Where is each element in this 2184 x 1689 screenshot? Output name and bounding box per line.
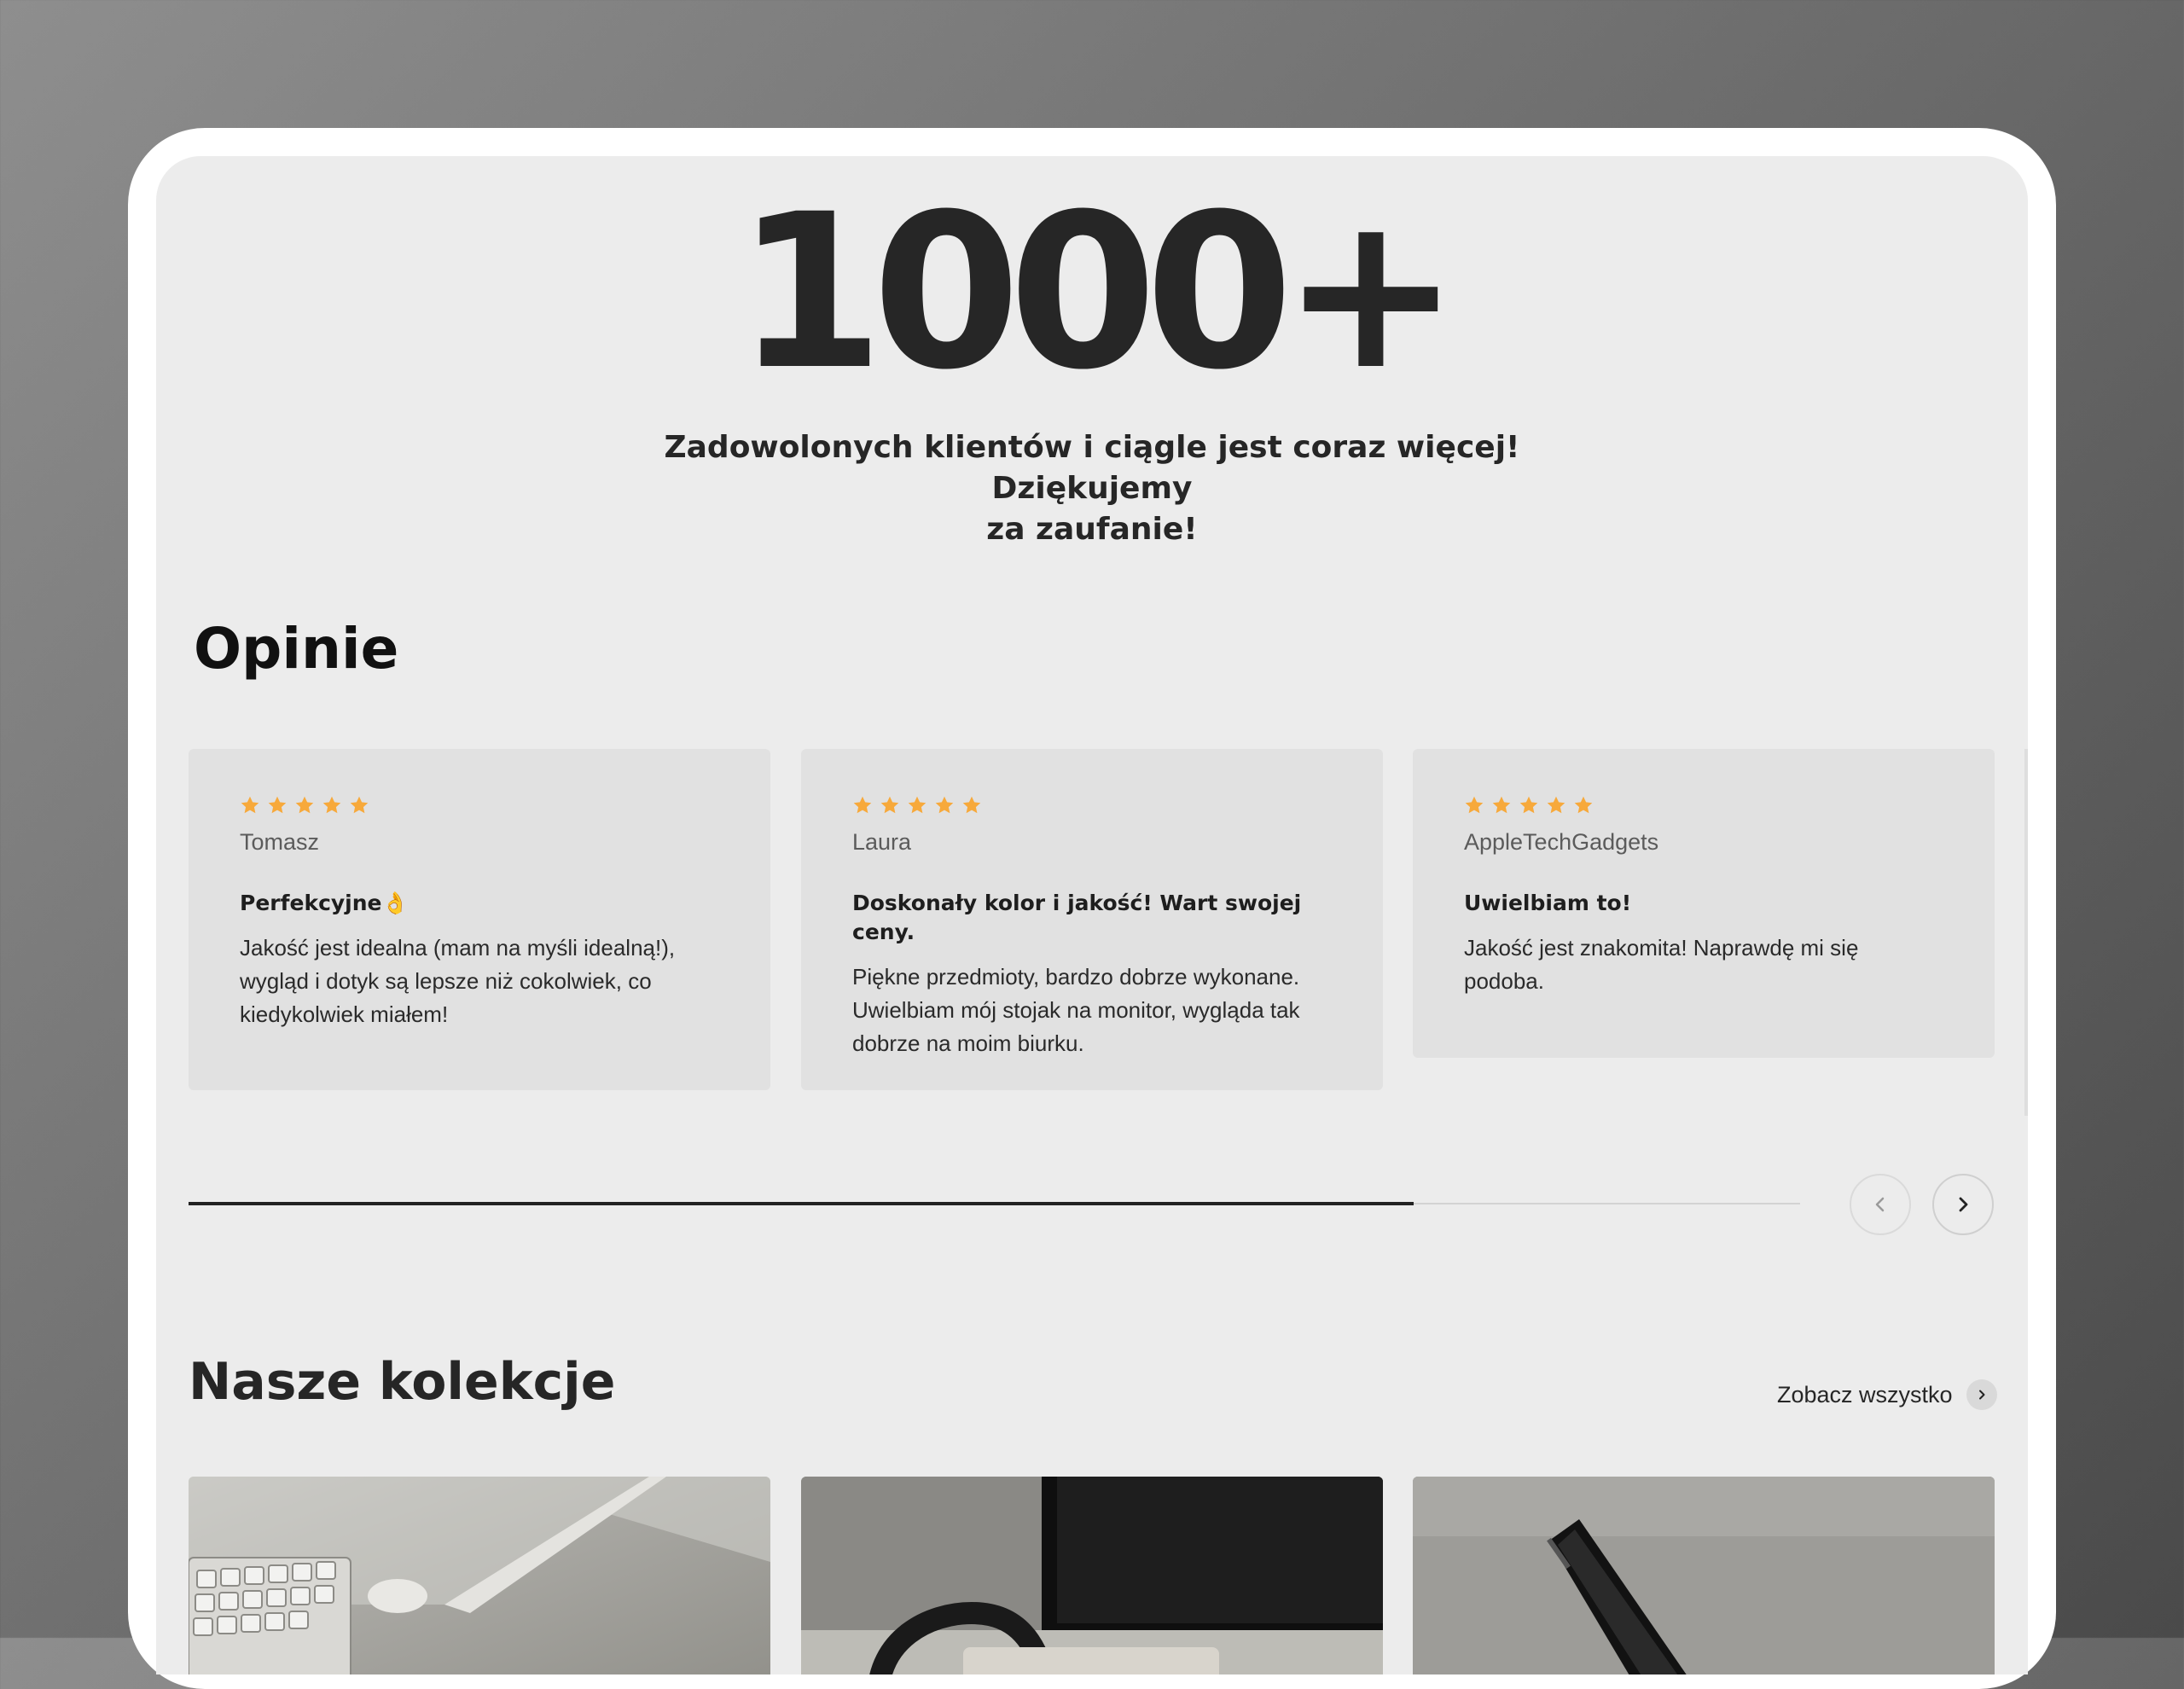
reviews-scrollbar-thumb[interactable] xyxy=(189,1202,1414,1205)
star-icon xyxy=(907,795,927,815)
collection-image-desk xyxy=(189,1477,770,1674)
star-icon xyxy=(267,795,288,815)
page-viewport: 1000+ Zadowolonych klientów i ciągle jes… xyxy=(156,156,2028,1674)
review-title: Doskonały kolor i jakość! Wart swojej ce… xyxy=(852,891,1302,944)
review-card: Tomasz Perfekcyjne👌 Jakość jest idealna … xyxy=(189,749,770,1090)
review-body: Jakość jest znakomita! Naprawdę mi się p… xyxy=(1464,935,1859,994)
caption-line-2: za zaufanie! xyxy=(986,512,1198,547)
review-author: Laura xyxy=(852,829,912,855)
star-icon xyxy=(934,795,955,815)
star-rating xyxy=(1464,793,1943,817)
ok-hand-icon: 👌 xyxy=(381,891,409,915)
star-icon xyxy=(961,795,982,815)
collections-heading: Nasze kolekcje xyxy=(189,1352,616,1412)
star-rating xyxy=(240,793,719,817)
next-card-edge xyxy=(2024,749,2028,1116)
review-title: Perfekcyjne👌 xyxy=(240,889,719,918)
star-icon xyxy=(1519,795,1539,815)
review-author: Tomasz xyxy=(240,829,320,855)
star-icon xyxy=(294,795,315,815)
customer-count-caption: Zadowolonych klientów i ciągle jest cora… xyxy=(608,427,1576,550)
star-icon xyxy=(880,795,900,815)
star-icon xyxy=(1491,795,1512,815)
star-icon xyxy=(349,795,369,815)
star-icon xyxy=(1546,795,1566,815)
reviews-scrollbar[interactable] xyxy=(189,1202,1800,1205)
caption-line-1: Zadowolonych klientów i ciągle jest cora… xyxy=(664,430,1520,506)
review-title: Uwielbiam to! xyxy=(1464,891,1632,915)
star-icon xyxy=(322,795,342,815)
review-body: Jakość jest idealna (mam na myśli idealn… xyxy=(240,935,676,1027)
review-card: AppleTechGadgets Uwielbiam to! Jakość je… xyxy=(1413,749,1995,1058)
review-title-text: Perfekcyjne xyxy=(240,891,382,915)
see-all-label: Zobacz wszystko xyxy=(1777,1381,1953,1408)
customer-count: 1000+ xyxy=(735,168,1460,416)
star-icon xyxy=(1573,795,1594,815)
reviews-next-button[interactable] xyxy=(1932,1174,1994,1235)
chevron-right-icon xyxy=(1966,1379,1997,1410)
collection-card[interactable] xyxy=(801,1477,1383,1674)
collection-card[interactable] xyxy=(1413,1477,1995,1674)
see-all-link[interactable]: Zobacz wszystko xyxy=(1777,1379,1997,1410)
review-author: AppleTechGadgets xyxy=(1464,829,1659,855)
review-card: Laura Doskonały kolor i jakość! Wart swo… xyxy=(801,749,1383,1090)
star-icon xyxy=(852,795,873,815)
collection-image-monitor xyxy=(801,1477,1383,1674)
star-rating xyxy=(852,793,1332,817)
reviews-prev-button[interactable] xyxy=(1850,1174,1911,1235)
star-icon xyxy=(240,795,260,815)
collection-card[interactable] xyxy=(189,1477,770,1674)
collection-image-phone xyxy=(1413,1477,1995,1674)
star-icon xyxy=(1464,795,1484,815)
chevron-right-icon xyxy=(1959,1197,1968,1212)
review-body: Piękne przedmioty, bardzo dobrze wykonan… xyxy=(852,964,1300,1056)
chevron-left-icon xyxy=(1875,1197,1885,1212)
reviews-heading: Opinie xyxy=(194,616,399,682)
